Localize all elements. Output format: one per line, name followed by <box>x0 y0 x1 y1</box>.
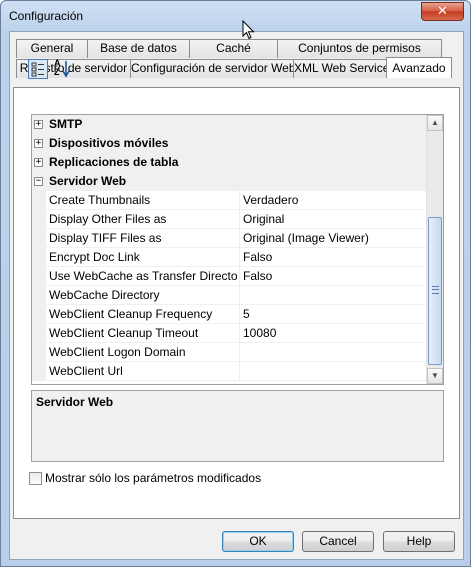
property-row[interactable]: WebCache Directory <box>32 286 428 305</box>
category-label: Servidor Web <box>49 174 127 188</box>
column-divider <box>239 362 240 381</box>
description-title: Servidor Web <box>36 395 114 409</box>
show-modified-only-option[interactable]: Mostrar sólo los parámetros modificados <box>29 471 261 485</box>
property-name: Create Thumbnails <box>49 193 151 207</box>
property-value[interactable]: Verdadero <box>243 193 298 207</box>
property-name: WebClient Cleanup Frequency <box>49 307 213 321</box>
row-gutter <box>32 305 46 324</box>
row-gutter <box>32 286 46 305</box>
mouse-cursor-icon <box>242 20 255 40</box>
collapse-icon[interactable]: − <box>34 177 43 186</box>
tab-general[interactable]: General <box>16 39 88 58</box>
property-row[interactable]: Display Other Files as Original <box>32 210 428 229</box>
column-divider <box>239 229 240 248</box>
property-row[interactable]: WebClient Url <box>32 362 428 381</box>
category-row-smtp[interactable]: + SMTP <box>32 115 428 134</box>
sort-down-arrow <box>62 61 70 78</box>
column-divider <box>239 210 240 229</box>
property-row[interactable]: Display TIFF Files as Original (Image Vi… <box>32 229 428 248</box>
cancel-button[interactable]: Cancel <box>302 531 374 552</box>
close-button[interactable]: ✕ <box>421 2 464 21</box>
alphabetical-button[interactable]: A Z <box>52 59 72 79</box>
ok-button[interactable]: OK <box>222 531 294 552</box>
property-row[interactable]: WebClient Logon Domain <box>32 343 428 362</box>
property-name: Display Other Files as <box>49 212 167 226</box>
sort-az-letter-z: Z <box>54 67 60 77</box>
sort-az-icon: A Z <box>54 59 72 79</box>
column-divider <box>239 248 240 267</box>
property-name: Display TIFF Files as <box>49 231 162 245</box>
property-row[interactable]: Create Thumbnails Verdadero <box>32 191 428 210</box>
column-divider <box>239 286 240 305</box>
property-grid[interactable]: + SMTP + Dispositivos móviles + Replicac… <box>31 114 444 385</box>
tab-row-bottom: Registro de servidor Configuración de se… <box>16 57 452 78</box>
property-value[interactable]: 5 <box>243 307 250 321</box>
vertical-scrollbar[interactable]: ▲ ▼ <box>426 115 443 384</box>
grip-icon <box>432 286 439 294</box>
row-gutter <box>32 248 46 267</box>
tab-base-de-datos[interactable]: Base de datos <box>87 39 190 58</box>
expand-icon[interactable]: + <box>34 139 43 148</box>
column-divider <box>239 343 240 362</box>
property-name: WebClient Url <box>49 364 123 378</box>
row-gutter <box>32 362 46 381</box>
show-modified-only-checkbox[interactable] <box>29 471 42 485</box>
title-bar[interactable]: Configuración ✕ <box>1 1 470 31</box>
column-divider <box>239 305 240 324</box>
row-gutter <box>32 343 46 362</box>
property-row[interactable]: WebClient Cleanup Timeout 10080 <box>32 324 428 343</box>
category-label: SMTP <box>49 117 83 131</box>
row-gutter <box>32 210 46 229</box>
column-divider <box>239 191 240 210</box>
tab-cache[interactable]: Caché <box>189 39 278 58</box>
description-pane: Servidor Web <box>31 390 444 462</box>
tab-configuracion-servidor-web[interactable]: Configuración de servidor Web <box>130 59 296 78</box>
property-name: WebClient Cleanup Timeout <box>49 326 199 340</box>
property-name: Use WebCache as Transfer Directory <box>49 269 237 283</box>
property-name: Encrypt Doc Link <box>49 250 140 264</box>
scroll-up-arrow-icon[interactable]: ▲ <box>427 115 443 131</box>
dialog-window: Configuración ✕ General Base de datos Ca… <box>0 0 471 567</box>
property-row[interactable]: Encrypt Doc Link Falso <box>32 248 428 267</box>
property-row[interactable]: Use WebCache as Transfer Directory Falso <box>32 267 428 286</box>
scroll-down-arrow-icon[interactable]: ▼ <box>427 368 443 384</box>
column-divider <box>239 267 240 286</box>
categorized-icon <box>31 62 44 77</box>
category-row-replicaciones-de-tabla[interactable]: + Replicaciones de tabla <box>32 153 428 172</box>
row-gutter <box>32 229 46 248</box>
row-gutter <box>32 324 46 343</box>
expand-icon[interactable]: + <box>34 120 43 129</box>
category-row-servidor-web[interactable]: − Servidor Web <box>32 172 428 191</box>
scrollbar-thumb[interactable] <box>428 217 442 365</box>
expand-icon[interactable]: + <box>34 158 43 167</box>
property-name: WebClient Logon Domain <box>49 345 186 359</box>
category-row-dispositivos-moviles[interactable]: + Dispositivos móviles <box>32 134 428 153</box>
tab-xml-web-service[interactable]: XML Web Service <box>293 59 389 78</box>
row-gutter <box>32 267 46 286</box>
show-modified-only-label[interactable]: Mostrar sólo los parámetros modificados <box>45 471 261 485</box>
property-grid-rows: + SMTP + Dispositivos móviles + Replicac… <box>32 115 428 381</box>
column-divider <box>239 324 240 343</box>
row-gutter <box>32 191 46 210</box>
category-label: Replicaciones de tabla <box>49 155 179 169</box>
window-title: Configuración <box>9 9 84 23</box>
category-label: Dispositivos móviles <box>49 136 169 150</box>
tab-conjuntos-de-permisos[interactable]: Conjuntos de permisos <box>277 39 442 58</box>
categorized-button[interactable] <box>28 59 48 79</box>
property-value[interactable]: Falso <box>243 250 272 264</box>
property-value[interactable]: Original (Image Viewer) <box>243 231 369 245</box>
tab-row-top: General Base de datos Caché Conjuntos de… <box>16 39 442 58</box>
tab-avanzado[interactable]: Avanzado <box>386 57 452 78</box>
help-button[interactable]: Help <box>383 531 455 552</box>
property-value[interactable]: Original <box>243 212 284 226</box>
property-name: WebCache Directory <box>49 288 160 302</box>
property-value[interactable]: 10080 <box>243 326 276 340</box>
property-row[interactable]: WebClient Cleanup Frequency 5 <box>32 305 428 324</box>
property-value[interactable]: Falso <box>243 269 272 283</box>
